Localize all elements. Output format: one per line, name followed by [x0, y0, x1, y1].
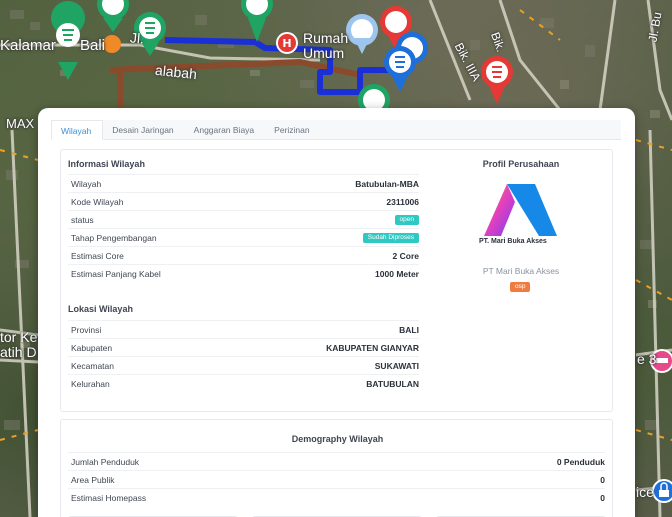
map-label-tor-ke: tor Ke [0, 329, 38, 345]
demography-row-homepass: Estimasi Homepass 0 [68, 488, 605, 506]
map-label-e3: e 3 [637, 351, 657, 367]
tab-anggaran-biaya[interactable]: Anggaran Biaya [185, 120, 266, 140]
demography-section: Demography Wilayah Jumlah Penduduk 0 Pen… [60, 419, 613, 517]
location-row-kabupaten: Kabupaten KABUPATEN GIANYAR [68, 338, 419, 356]
pin-green-icon [241, 0, 273, 42]
company-profile: Profil Perusahaan PT. Mari Buka Akses PT… [441, 150, 601, 413]
demography-title: Demography Wilayah [291, 434, 384, 444]
logo-caption: PT. Mari Buka Akses [479, 238, 547, 245]
map-label-ice: ice [636, 484, 654, 500]
company-logo-icon [484, 184, 557, 236]
tab-desain-jaringan[interactable]: Desain Jaringan [103, 120, 184, 140]
pin-blue-icon [346, 14, 378, 54]
demography-row-area-publik: Area Publik 0 [68, 470, 605, 488]
demography-row-penduduk: Jumlah Penduduk 0 Penduduk [68, 452, 605, 470]
map-label-max: MAX [6, 116, 35, 131]
company-name: PT Mari Buka Akses [482, 266, 560, 276]
tab-wilayah[interactable]: Wilayah [51, 120, 104, 140]
info-row-status: status open [68, 210, 419, 228]
svg-text:H: H [282, 37, 291, 50]
location-title: Lokasi Wilayah [68, 304, 133, 314]
stage-badge: Sudah Diproses [362, 233, 419, 243]
company-type-badge: osp [510, 282, 531, 292]
status-badge: open [394, 215, 419, 225]
profile-title: Profil Perusahaan [482, 159, 560, 169]
location-row-provinsi: Provinsi BALI [68, 320, 419, 338]
map-label-atih-d: atih D [0, 344, 37, 360]
pin-red-icon [481, 56, 513, 104]
info-row-core: Estimasi Core 2 Core [68, 246, 419, 264]
region-name: Batubulan-MBA [355, 179, 419, 189]
pin-blue-icon [384, 46, 416, 92]
map-label-rumah: Rumah [303, 30, 349, 46]
location-row-kelurahan: Kelurahan BATUBULAN [68, 374, 419, 392]
region-detail-panel: Wilayah Desain Jaringan Anggaran Biaya P… [38, 108, 635, 517]
info-row-kabel: Estimasi Panjang Kabel 1000 Meter [68, 264, 419, 282]
lock-icon [652, 479, 672, 503]
info-title: Informasi Wilayah [68, 159, 145, 169]
map-label-kalamaran: Kalamar [0, 37, 56, 54]
map-label-jl: Jl. [129, 29, 145, 47]
hospital-icon: H [276, 32, 298, 54]
info-row-tahap: Tahap Pengembangan Sudah Diproses [68, 228, 419, 246]
info-section: Informasi Wilayah Wilayah Batubulan-MBA … [60, 149, 613, 412]
info-row-wilayah: Wilayah Batubulan-MBA [68, 174, 419, 192]
tab-bar: Wilayah Desain Jaringan Anggaran Biaya P… [51, 120, 621, 140]
region-code: 2311006 [386, 197, 419, 207]
pin-green-icon [97, 0, 129, 32]
tab-perizinan[interactable]: Perizinan [265, 120, 320, 140]
info-row-kode: Kode Wilayah 2311006 [68, 192, 419, 210]
map-label-umum: Umum [303, 45, 345, 61]
map-label-bali: Bali [80, 37, 106, 54]
location-row-kecamatan: Kecamatan SUKAWATI [68, 356, 419, 374]
